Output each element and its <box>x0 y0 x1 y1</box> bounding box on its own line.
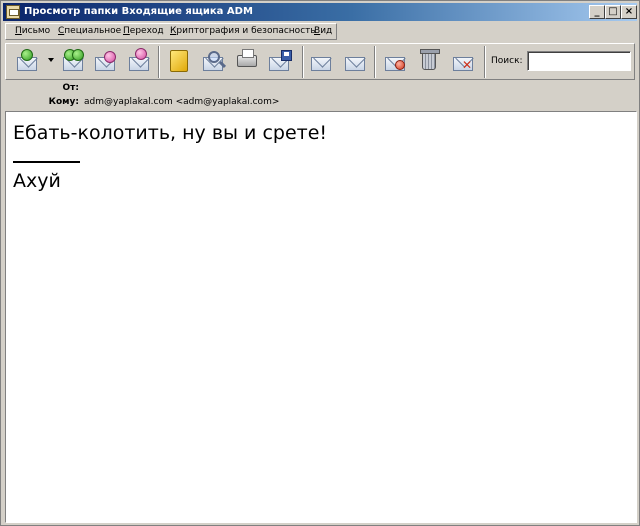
to-value[interactable]: adm@yaplakal.com <adm@yaplakal.com> <box>84 97 279 107</box>
from-label: От: <box>62 83 79 93</box>
new-message-button[interactable] <box>14 48 40 74</box>
message-headers: От: Кому: adm@yaplakal.com <adm@yaplakal… <box>5 81 635 109</box>
next-message-button[interactable] <box>342 48 368 74</box>
to-label: Кому: <box>48 97 79 107</box>
address-book-button[interactable] <box>166 48 192 74</box>
message-viewer-window: Просмотр папки Входящие ящика ADM _ □ × … <box>0 0 640 526</box>
save-button[interactable] <box>268 48 294 74</box>
trash-button[interactable] <box>416 48 442 74</box>
minimize-button[interactable]: _ <box>589 5 605 19</box>
search-input[interactable] <box>527 51 631 71</box>
maximize-button[interactable]: □ <box>605 5 621 19</box>
message-signature: Ахуй <box>13 170 61 192</box>
mark-button[interactable] <box>382 48 408 74</box>
close-button[interactable]: × <box>621 5 637 19</box>
signature-separator <box>13 161 80 163</box>
delete-message-button[interactable]: ✕ <box>450 48 476 74</box>
new-message-dropdown-arrow[interactable] <box>48 58 54 62</box>
message-text-line: Ебать-колотить, ну вы и срете! <box>13 122 328 144</box>
window-title: Просмотр папки Входящие ящика ADM <box>24 6 253 17</box>
print-icon <box>237 49 257 67</box>
toolbar: ✕ Поиск: <box>5 43 635 80</box>
menu-crypto[interactable]: Криптография и безопасность <box>170 24 316 39</box>
search-label: Поиск: <box>491 56 523 66</box>
toolbar-separator <box>374 46 376 78</box>
previous-message-button[interactable] <box>308 48 334 74</box>
forward-button[interactable] <box>92 48 118 74</box>
redirect-button[interactable] <box>126 48 152 74</box>
print-button[interactable] <box>234 48 260 74</box>
menu-special[interactable]: Специальное <box>58 24 121 39</box>
toolbar-separator <box>158 46 160 78</box>
menu-bar: Письмо Специальное Переход Криптография … <box>5 23 337 40</box>
menu-letter[interactable]: Письмо <box>15 24 50 39</box>
trash-icon <box>420 49 440 70</box>
toolbar-separator <box>302 46 304 78</box>
menu-go[interactable]: Переход <box>123 24 164 39</box>
address-book-icon <box>170 50 188 72</box>
reply-all-button[interactable] <box>60 48 86 74</box>
mail-app-icon <box>6 5 20 19</box>
find-button[interactable] <box>200 48 226 74</box>
toolbar-separator <box>484 46 486 78</box>
message-body[interactable]: Ебать-колотить, ну вы и срете! Ахуй <box>5 111 637 523</box>
menu-view[interactable]: Вид <box>314 24 332 39</box>
title-bar[interactable]: Просмотр папки Входящие ящика ADM _ □ × <box>3 3 637 21</box>
